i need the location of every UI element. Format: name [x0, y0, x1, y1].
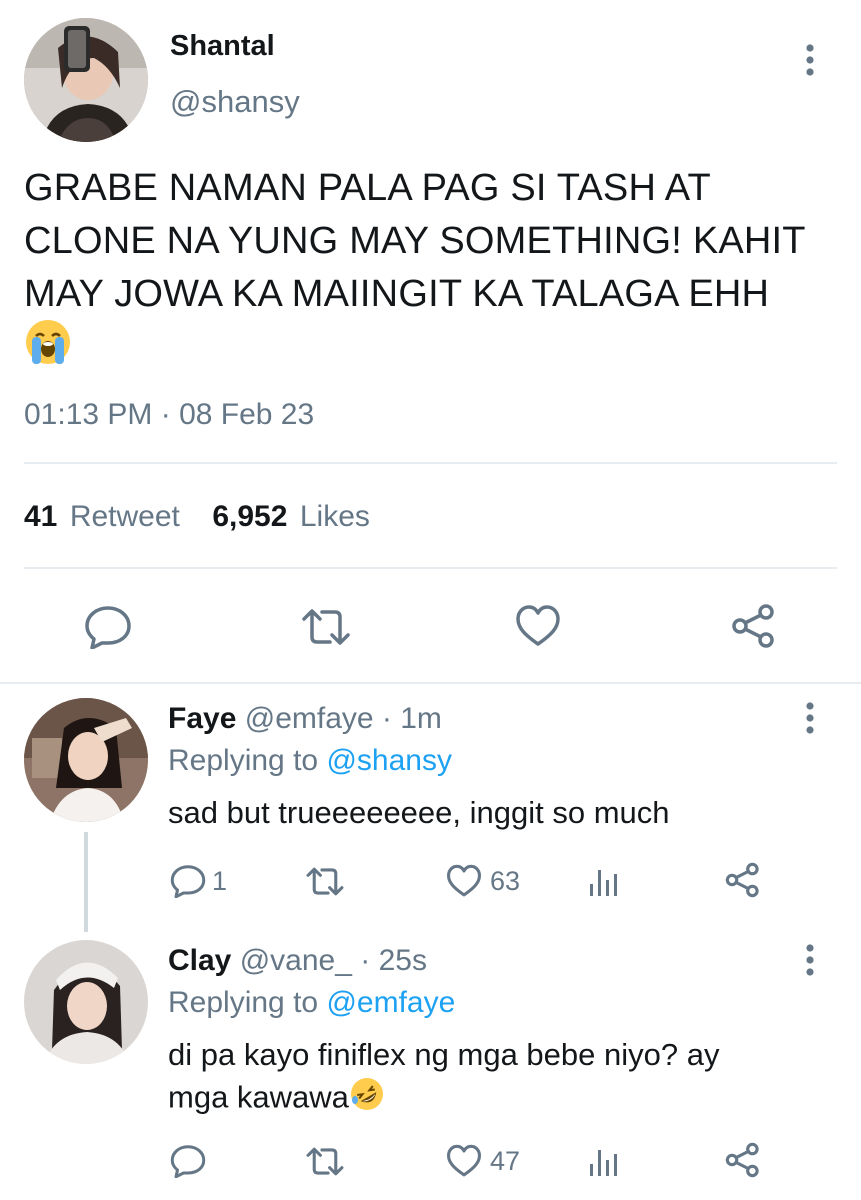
replying-to-label: Replying to	[168, 744, 319, 777]
replying-to: Replying to @emfaye	[168, 986, 455, 1020]
reply-time: · 25s	[360, 944, 427, 977]
thread-line	[84, 832, 88, 932]
rolling-on-floor-laughing-icon	[349, 1076, 385, 1123]
loudly-crying-face-icon	[24, 318, 72, 366]
likes-count[interactable]: 6,952	[212, 500, 287, 533]
like-count: 63	[490, 866, 521, 896]
tweet-text-line: GRABE NAMAN PALA PAG SI TASH AT	[24, 167, 711, 209]
reply-author-handle[interactable]: @vane_	[240, 944, 352, 977]
avatar[interactable]	[24, 18, 148, 142]
like-icon[interactable]	[446, 864, 482, 898]
replying-to-handle[interactable]: @emfaye	[326, 986, 455, 1019]
reply-count: 1	[212, 866, 228, 896]
retweet-label[interactable]: Retweet	[70, 500, 180, 533]
more-options-icon[interactable]	[799, 700, 821, 736]
reply-author-name[interactable]: Faye	[168, 702, 236, 735]
replying-to-handle[interactable]: @shansy	[326, 744, 452, 777]
share-icon[interactable]	[730, 603, 778, 649]
likes-label[interactable]: Likes	[300, 500, 370, 533]
analytics-icon[interactable]	[588, 866, 622, 898]
reply-author-name[interactable]: Clay	[168, 944, 231, 977]
reply-text-fragment: mga kawawa	[168, 1079, 349, 1115]
avatar[interactable]	[24, 698, 148, 822]
tweet-text: GRABE NAMAN PALA PAG SI TASH AT CLONE NA…	[24, 162, 854, 321]
like-count: 47	[490, 1146, 521, 1176]
reply-text-line: mga kawawa	[168, 1076, 848, 1123]
more-options-icon[interactable]	[799, 42, 821, 78]
tweet-stats: 41 Retweet 6,952 Likes	[24, 500, 370, 534]
share-icon[interactable]	[724, 1142, 762, 1178]
tweet-text-line: MAY JOWA KA MAIINGIT KA TALAGA EHH	[24, 273, 770, 315]
retweet-icon[interactable]	[305, 866, 345, 897]
tweet-text-line: CLONE NA YUNG MAY SOMETHING! KAHIT	[24, 220, 806, 262]
reply-author-handle[interactable]: @emfaye	[245, 702, 374, 735]
reply-icon[interactable]	[170, 864, 206, 898]
author-name[interactable]: Shantal	[170, 30, 275, 63]
share-icon[interactable]	[724, 862, 762, 898]
retweet-count[interactable]: 41	[24, 500, 57, 533]
avatar[interactable]	[24, 940, 148, 1064]
analytics-icon[interactable]	[588, 1146, 622, 1178]
more-options-icon[interactable]	[799, 942, 821, 978]
like-icon[interactable]	[515, 604, 561, 648]
reply-text: di pa kayo finiflex ng mga bebe niyo? ay…	[168, 1034, 848, 1123]
divider	[0, 682, 861, 684]
reply-header: Clay @vane_ · 25s	[168, 944, 427, 978]
replying-to-label: Replying to	[168, 986, 319, 1019]
retweet-icon[interactable]	[300, 607, 352, 647]
reply-header: Faye @emfaye · 1m	[168, 702, 442, 736]
reply-text-line: di pa kayo finiflex ng mga bebe niyo? ay	[168, 1037, 720, 1072]
divider	[24, 567, 837, 569]
replying-to: Replying to @shansy	[168, 744, 452, 778]
author-handle[interactable]: @shansy	[170, 84, 300, 120]
reply-text: sad but trueeeeeeee, inggit so much	[168, 795, 670, 830]
divider	[24, 462, 837, 464]
reply-time: · 1m	[381, 702, 442, 735]
like-icon[interactable]	[446, 1144, 482, 1178]
reply-icon[interactable]	[170, 1144, 206, 1178]
retweet-icon[interactable]	[305, 1146, 345, 1177]
tweet-timestamp: 01:13 PM · 08 Feb 23	[24, 398, 315, 431]
reply-icon[interactable]	[84, 605, 132, 649]
